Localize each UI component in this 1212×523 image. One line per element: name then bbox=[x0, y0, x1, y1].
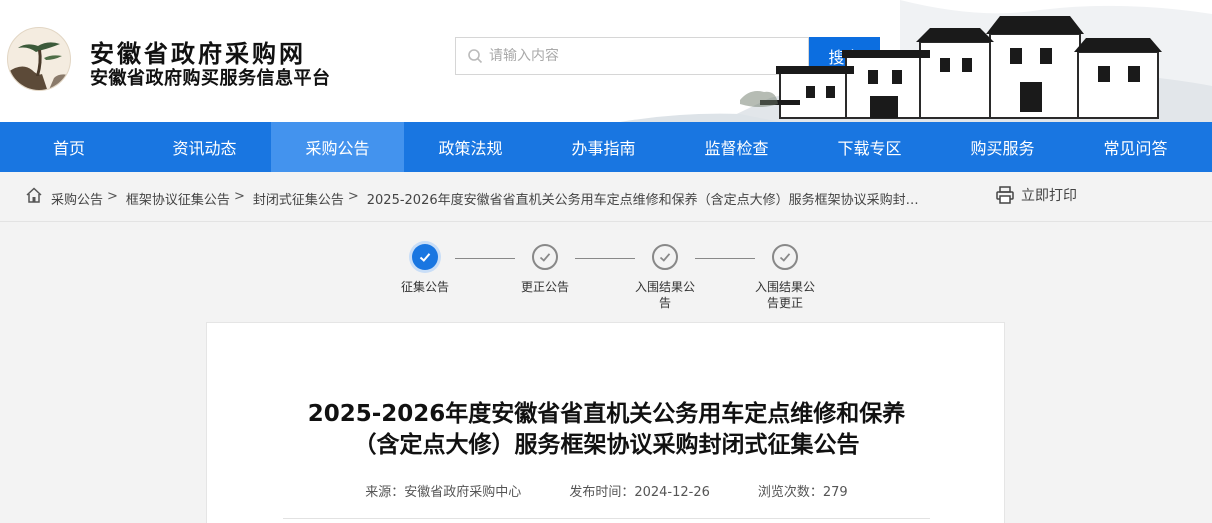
breadcrumb-item-procurement[interactable]: 采购公告 bbox=[51, 189, 103, 208]
nav-item-policies[interactable]: 政策法规 bbox=[404, 122, 537, 172]
step-result-notice[interactable]: 入围结果公告 bbox=[625, 244, 705, 311]
article-view-count: 浏览次数：279 bbox=[757, 485, 848, 500]
step-result-correction-notice[interactable]: 入围结果公告更正 bbox=[745, 244, 825, 311]
search-icon bbox=[468, 49, 483, 64]
article-title-line: （含定点大修）服务框架协议采购封闭式征集公告 bbox=[353, 432, 860, 458]
nav-item-news[interactable]: 资讯动态 bbox=[138, 122, 271, 172]
breadcrumb-separator: > bbox=[107, 189, 118, 204]
divider bbox=[283, 518, 930, 519]
check-circle-icon bbox=[532, 244, 558, 270]
check-circle-icon bbox=[652, 244, 678, 270]
breadcrumb-separator: > bbox=[347, 189, 359, 204]
article-publish-time: 发布时间：2024-12-26 bbox=[569, 485, 710, 500]
nav-item-downloads[interactable]: 下载专区 bbox=[803, 122, 936, 172]
nav-item-procurement-notices[interactable]: 采购公告 bbox=[271, 122, 404, 172]
step-label: 入围结果公告 bbox=[634, 280, 695, 310]
article-source: 来源：安徽省政府采购中心 bbox=[365, 485, 522, 500]
breadcrumb-item-framework[interactable]: 框架协议征集公告 bbox=[126, 189, 230, 208]
site-logo[interactable] bbox=[7, 27, 71, 91]
article-title-line: 2025-2026年度安徽省省直机关公务用车定点维修和保养 bbox=[307, 401, 906, 427]
main-nav: 首页 资讯动态 采购公告 政策法规 办事指南 监督检查 下载专区 购买服务 常见… bbox=[0, 122, 1212, 172]
article-title: 2025-2026年度安徽省省直机关公务用车定点维修和保养 （含定点大修）服务框… bbox=[207, 399, 1006, 461]
breadcrumb: 采购公告 > 框架协议征集公告 > 封闭式征集公告 > 2025-2026年度安… bbox=[51, 189, 923, 208]
site-subtitle: 安徽省政府购买服务信息平台 bbox=[90, 68, 331, 89]
step-label: 更正公告 bbox=[520, 280, 569, 294]
article-card: 2025-2026年度安徽省省直机关公务用车定点维修和保养 （含定点大修）服务框… bbox=[206, 322, 1005, 523]
step-label: 入围结果公告更正 bbox=[754, 280, 815, 310]
breadcrumb-item-closed-solicitation[interactable]: 封闭式征集公告 bbox=[253, 189, 344, 208]
printer-icon bbox=[996, 186, 1014, 204]
header-scenery-illustration bbox=[620, 0, 1212, 122]
nav-item-guide[interactable]: 办事指南 bbox=[537, 122, 670, 172]
step-solicitation-notice[interactable]: 征集公告 bbox=[385, 244, 465, 295]
site-header: 安徽省政府采购网 安徽省政府购买服务信息平台 搜索 bbox=[0, 0, 1212, 122]
check-circle-icon bbox=[412, 244, 438, 270]
article-meta: 来源：安徽省政府采购中心 发布时间：2024-12-26 浏览次数：279 bbox=[207, 481, 1006, 500]
nav-item-purchase-services[interactable]: 购买服务 bbox=[936, 122, 1069, 172]
breadcrumb-separator: > bbox=[233, 189, 245, 204]
home-icon[interactable] bbox=[25, 186, 43, 204]
step-label: 征集公告 bbox=[400, 280, 449, 294]
nav-item-supervision[interactable]: 监督检查 bbox=[670, 122, 803, 172]
nav-item-faq[interactable]: 常见问答 bbox=[1069, 122, 1202, 172]
breadcrumb-item-current: 2025-2026年度安徽省省直机关公务用车定点维修和保养（含定点大修）服务框架… bbox=[366, 193, 919, 208]
print-label: 立即打印 bbox=[1021, 188, 1077, 204]
print-button[interactable]: 立即打印 bbox=[995, 185, 1077, 205]
step-correction-notice[interactable]: 更正公告 bbox=[505, 244, 585, 295]
nav-item-home[interactable]: 首页 bbox=[0, 122, 138, 172]
check-circle-icon bbox=[772, 244, 798, 270]
